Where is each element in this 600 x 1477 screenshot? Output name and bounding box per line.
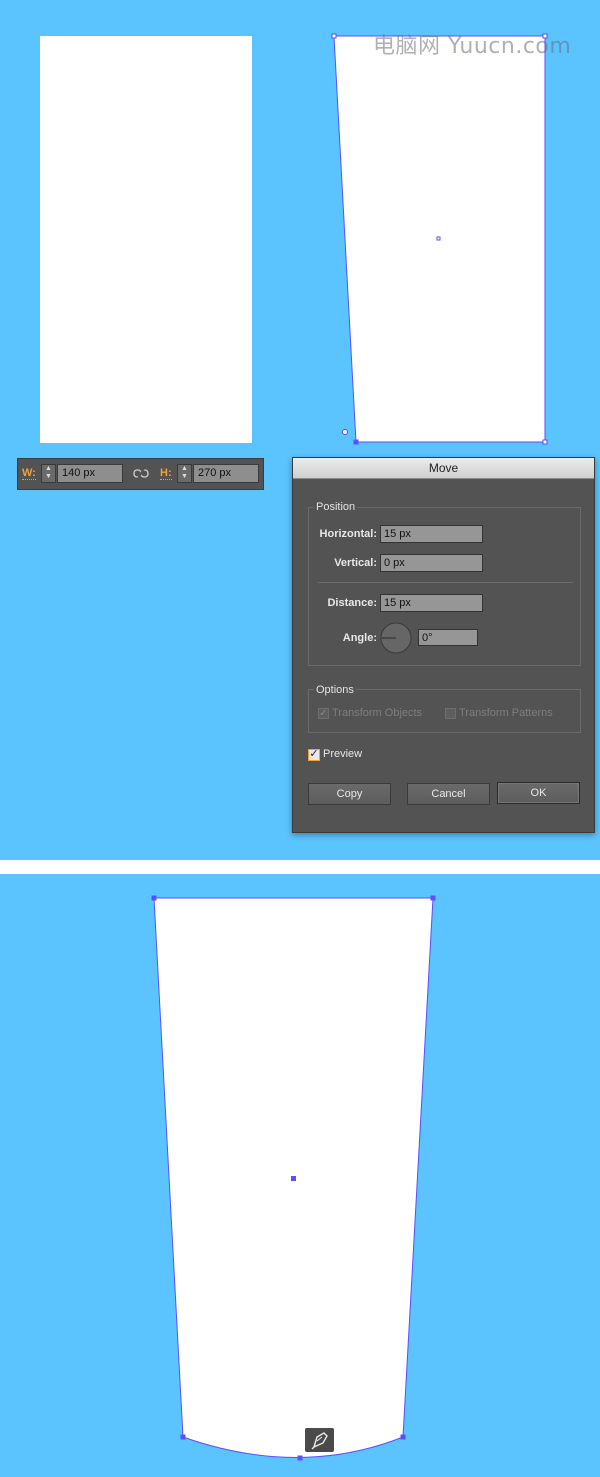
- horizontal-label: Horizontal:: [319, 528, 377, 540]
- direct-selection-cursor-icon: [342, 429, 348, 435]
- anchor-point[interactable]: [400, 1434, 406, 1440]
- dialog-title: Move: [293, 458, 594, 479]
- section-divider: [0, 860, 600, 874]
- cup-shape-selected[interactable]: [0, 874, 600, 1477]
- width-field[interactable]: 140 px: [57, 464, 123, 483]
- transform-patterns-checkbox[interactable]: [445, 708, 456, 719]
- width-stepper[interactable]: ▲ ▼: [41, 464, 56, 483]
- anchor-point[interactable]: [542, 439, 548, 445]
- angle-field[interactable]: 0°: [418, 629, 478, 646]
- anchor-point[interactable]: [151, 895, 157, 901]
- width-label: W:: [22, 467, 36, 480]
- position-group-title: Position: [314, 501, 358, 513]
- center-point: [291, 1176, 296, 1181]
- trapezoid-shape-selected[interactable]: [325, 28, 555, 453]
- white-rectangle: [40, 36, 252, 443]
- width-height-control-bar: W: ▲ ▼ 140 px H: ▲ ▼ 270 px: [17, 458, 264, 490]
- height-label: H:: [160, 467, 172, 480]
- watermark: 电脑网 Yuucn.com: [373, 34, 572, 59]
- move-dialog: Move Position Horizontal: 15 px Vertical…: [292, 457, 595, 833]
- cancel-button[interactable]: Cancel: [407, 783, 490, 805]
- anchor-point[interactable]: [331, 33, 337, 39]
- height-stepper[interactable]: ▲ ▼: [177, 464, 192, 483]
- anchor-point-added[interactable]: [297, 1455, 303, 1461]
- center-point: [436, 236, 441, 241]
- angle-dial-icon[interactable]: [380, 622, 413, 655]
- distance-field[interactable]: 15 px: [380, 594, 483, 612]
- transform-patterns-label: Transform Patterns: [459, 707, 553, 719]
- height-field[interactable]: 270 px: [193, 464, 259, 483]
- anchor-point-selected[interactable]: [353, 439, 359, 445]
- options-group-title: Options: [314, 684, 356, 696]
- preview-label: Preview: [323, 748, 363, 760]
- pen-tool-icon: [305, 1428, 334, 1452]
- anchor-point[interactable]: [430, 895, 436, 901]
- link-icon[interactable]: [133, 467, 149, 481]
- distance-label: Distance:: [327, 597, 377, 609]
- copy-button[interactable]: Copy: [308, 783, 391, 805]
- angle-label: Angle:: [342, 632, 377, 644]
- ok-button[interactable]: OK: [497, 782, 580, 804]
- vertical-label: Vertical:: [334, 557, 377, 569]
- divider: [318, 582, 573, 583]
- horizontal-field[interactable]: 15 px: [380, 525, 483, 543]
- transform-objects-checkbox[interactable]: ✓: [318, 708, 329, 719]
- vertical-field[interactable]: 0 px: [380, 554, 483, 572]
- transform-objects-label: Transform Objects: [332, 707, 423, 719]
- anchor-point[interactable]: [180, 1434, 186, 1440]
- preview-checkbox[interactable]: ✓: [308, 749, 320, 761]
